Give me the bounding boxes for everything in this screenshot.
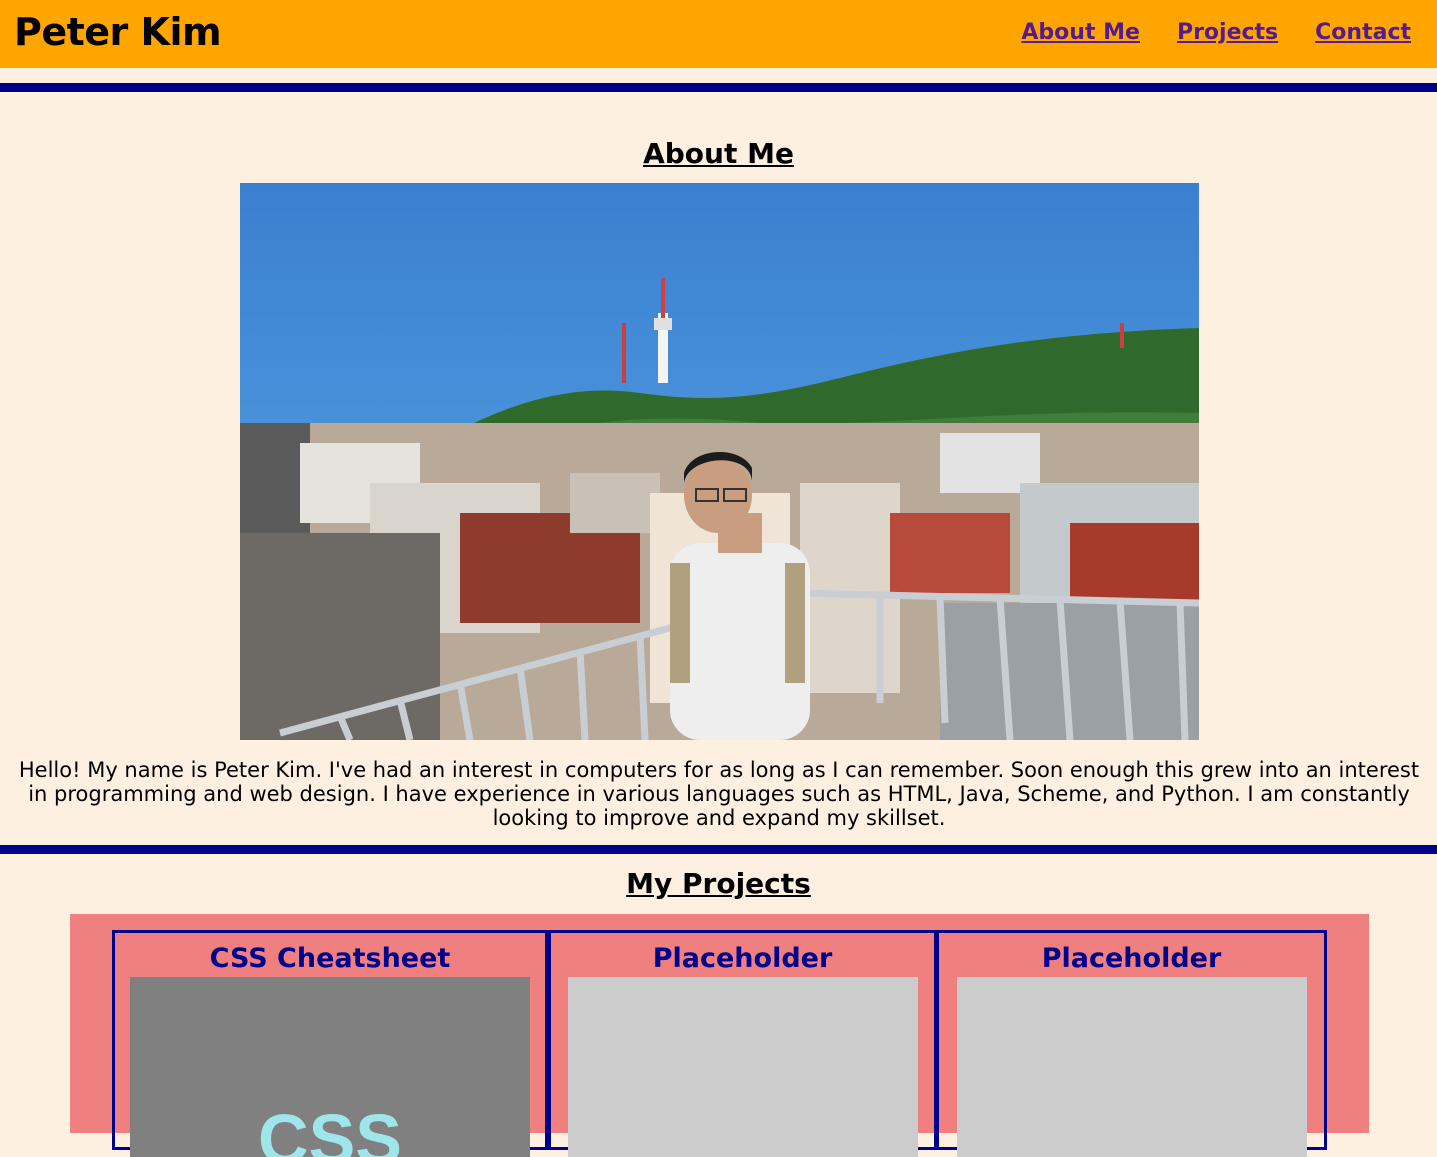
projects-grid: CSS Cheatsheet CSS Placeholder Placehold… xyxy=(70,914,1369,1157)
css-logo-text: CSS xyxy=(258,1100,402,1157)
project-card[interactable]: Placeholder xyxy=(548,930,937,1157)
project-card[interactable]: Placeholder xyxy=(936,930,1327,1157)
divider xyxy=(0,845,1437,854)
project-title[interactable]: Placeholder xyxy=(551,943,934,974)
site-header: Peter Kim About Me Projects Contact xyxy=(0,0,1437,68)
project-title[interactable]: Placeholder xyxy=(939,943,1324,974)
nav-link-about-me[interactable]: About Me xyxy=(1021,20,1140,45)
project-card[interactable]: CSS Cheatsheet CSS xyxy=(112,930,548,1157)
project-thumbnail[interactable] xyxy=(957,977,1307,1157)
project-title[interactable]: CSS Cheatsheet xyxy=(115,943,545,974)
divider xyxy=(0,83,1437,92)
bio-text: Hello! My name is Peter Kim. I've had an… xyxy=(18,758,1420,830)
project-thumbnail[interactable] xyxy=(568,977,918,1157)
project-thumbnail[interactable]: CSS xyxy=(130,977,530,1157)
projects-heading: My Projects xyxy=(626,867,811,900)
nav-link-projects[interactable]: Projects xyxy=(1177,20,1278,45)
nav-link-contact[interactable]: Contact xyxy=(1315,20,1411,45)
main-nav: About Me Projects Contact xyxy=(1021,20,1411,45)
about-heading: About Me xyxy=(643,137,794,170)
site-title: Peter Kim xyxy=(14,10,222,54)
profile-photo xyxy=(240,183,1199,740)
